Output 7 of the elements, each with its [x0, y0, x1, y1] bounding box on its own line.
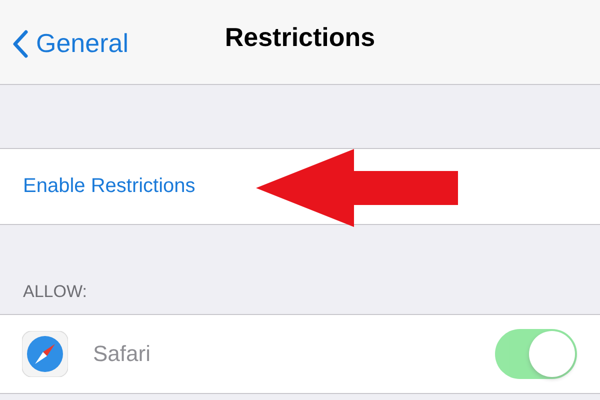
compass-icon — [22, 331, 68, 377]
section-header: ALLOW: — [23, 282, 87, 302]
screen-title: Restrictions — [224, 22, 376, 52]
setting-label: Safari — [93, 341, 152, 367]
back-button[interactable]: General — [12, 28, 128, 59]
enable-restrictions-button[interactable]: Enable Restrictions — [23, 175, 196, 198]
back-chevron-icon — [12, 30, 28, 58]
